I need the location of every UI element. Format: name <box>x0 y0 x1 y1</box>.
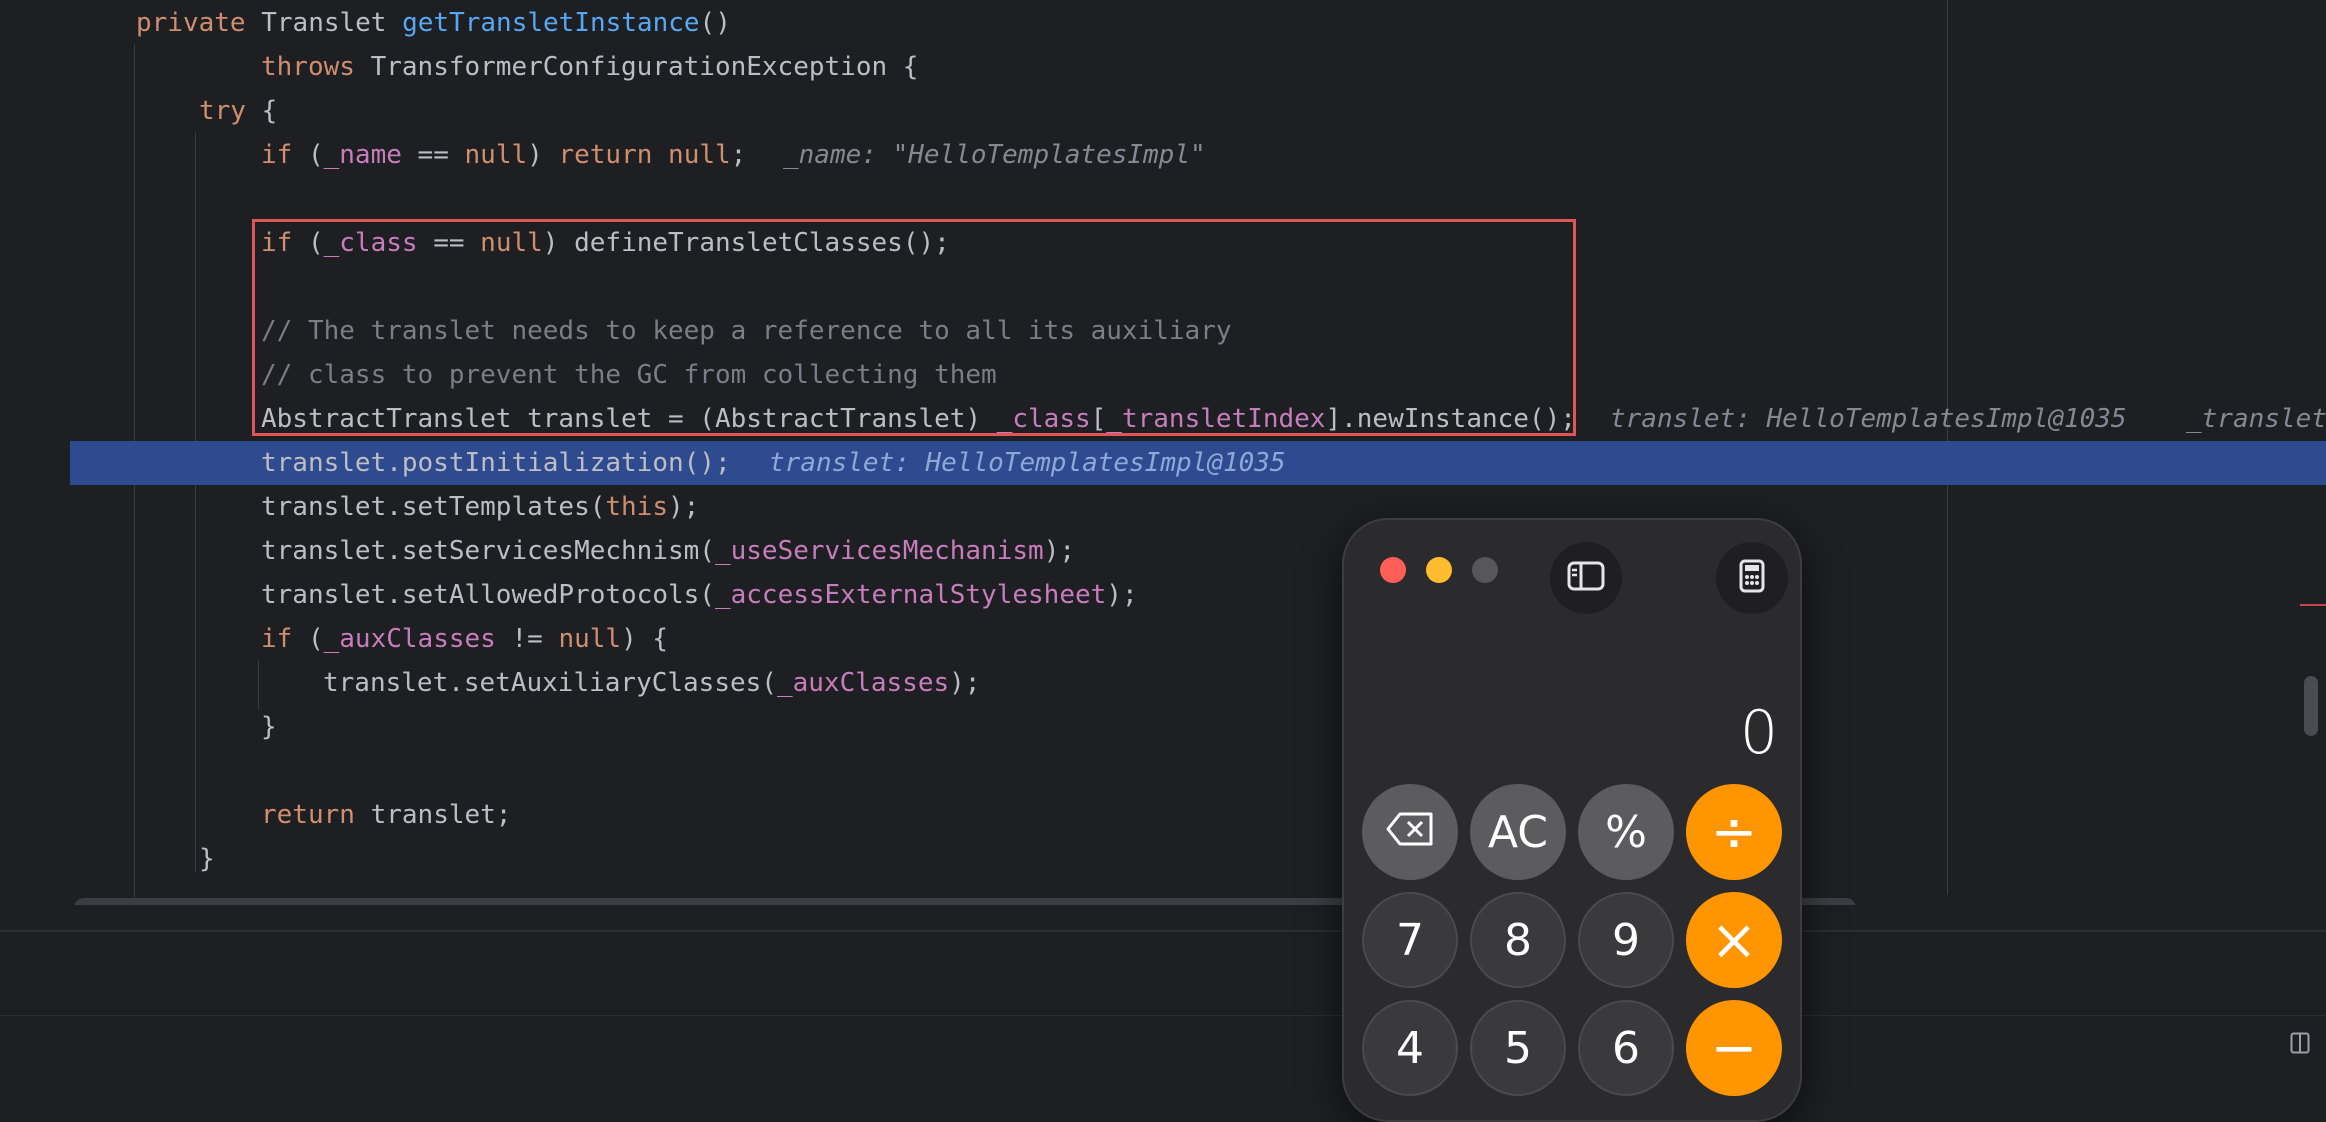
code-line[interactable]: if (_name == null) return null; _name: "… <box>0 133 2326 177</box>
keyword: null <box>464 140 528 170</box>
all-clear-button[interactable]: AC <box>1470 784 1566 880</box>
keyword: if <box>261 624 293 654</box>
field-name: _useServicesMechanism <box>714 536 1044 566</box>
digit-9-button[interactable]: 9 <box>1578 892 1674 988</box>
field-name: _accessExternalStylesheet <box>714 580 1107 610</box>
code-text: translet.setAllowedProtocols( <box>261 580 715 610</box>
code-text: translet.setServicesMechnism( <box>261 536 715 566</box>
code-text: ) <box>527 140 559 170</box>
highlight-annotation-box <box>252 219 1576 436</box>
percent-button[interactable]: % <box>1578 784 1674 880</box>
keyword: private <box>136 8 246 38</box>
code-text: translet.setTemplates( <box>261 492 606 522</box>
backspace-icon <box>1385 807 1435 858</box>
execution-point-line[interactable]: translet.postInitialization(); translet:… <box>70 441 2326 485</box>
code-text: { <box>245 96 278 126</box>
code-line[interactable]: translet.setServicesMechnism(_useService… <box>0 529 2326 573</box>
code-text: ); <box>668 492 700 522</box>
code-text: translet.setAuxiliaryClasses( <box>323 668 777 698</box>
status-bar-separator <box>0 1015 2326 1016</box>
digit-5-button[interactable]: 5 <box>1470 1000 1566 1096</box>
keyword: if <box>261 140 293 170</box>
calculator-mode-button[interactable] <box>1716 542 1788 614</box>
code-text: == <box>401 140 465 170</box>
digit-4-button[interactable]: 4 <box>1362 1000 1458 1096</box>
backspace-button[interactable] <box>1362 784 1458 880</box>
code-text: != <box>495 624 559 654</box>
code-line[interactable]: } <box>0 705 2326 749</box>
keyword: return <box>558 140 653 170</box>
vertical-scrollbar[interactable] <box>2304 676 2318 736</box>
subtract-button[interactable]: − <box>1686 1000 1782 1096</box>
sidebar-toggle-icon <box>1567 561 1605 595</box>
keyword: return <box>261 800 355 830</box>
inline-value-hint: _name: "HelloTemplatesImpl" <box>783 140 1206 170</box>
keyword: try <box>199 96 246 126</box>
layout-icon[interactable] <box>2290 1032 2310 1054</box>
code-editor[interactable]: private Translet getTransletInstance() t… <box>0 0 2326 905</box>
code-text: ( <box>292 624 324 654</box>
code-text: ; <box>730 140 747 170</box>
multiply-button[interactable]: × <box>1686 892 1782 988</box>
field-name: _auxClasses <box>776 668 950 698</box>
scrollbar-marker <box>2300 604 2326 606</box>
code-text: ); <box>1106 580 1138 610</box>
code-line[interactable]: translet.setAuxiliaryClasses(_auxClasses… <box>0 661 2326 705</box>
code-text: ); <box>1043 536 1075 566</box>
field-name: _name <box>323 140 402 170</box>
calculator-window[interactable]: 0 AC % ÷ 7 8 9 × 4 5 6 − <box>1342 518 1802 1122</box>
code-text: } <box>199 844 215 874</box>
divide-button[interactable]: ÷ <box>1686 784 1782 880</box>
code-text: ( <box>292 140 324 170</box>
digit-6-button[interactable]: 6 <box>1578 1000 1674 1096</box>
close-window-button[interactable] <box>1380 557 1406 583</box>
bottom-panel <box>0 932 2326 1058</box>
digit-8-button[interactable]: 8 <box>1470 892 1566 988</box>
keyword: null <box>668 140 731 170</box>
keyword: throws <box>261 52 355 82</box>
keyword: this <box>605 492 668 522</box>
inline-value-hint: translet: HelloTemplatesImpl@1035 <box>1610 404 2127 434</box>
code-line[interactable]: private Translet getTransletInstance() <box>0 1 2326 45</box>
code-text: translet.postInitialization(); <box>261 448 731 478</box>
keyword: null <box>558 624 622 654</box>
sidebar-toggle-button[interactable] <box>1550 542 1622 614</box>
minimize-window-button[interactable] <box>1426 557 1452 583</box>
code-text: ); <box>949 668 981 698</box>
inline-value-hint: _translet <box>2186 404 2326 434</box>
code-text: translet; <box>354 800 512 830</box>
code-line[interactable]: throws TransformerConfigurationException… <box>0 45 2326 89</box>
code-text: Translet <box>245 8 403 38</box>
code-text: TransformerConfigurationException { <box>354 52 919 82</box>
inline-value-hint: translet: HelloTemplatesImpl@1035 <box>769 448 1286 478</box>
code-line[interactable]: return translet; <box>0 793 2326 837</box>
code-text: ) { <box>621 624 669 654</box>
code-line[interactable]: translet.setTemplates(this); <box>0 485 2326 529</box>
calculator-icon <box>1739 559 1765 597</box>
code-line[interactable]: try { <box>0 89 2326 133</box>
code-line[interactable]: translet.setAllowedProtocols(_accessExte… <box>0 573 2326 617</box>
digit-7-button[interactable]: 7 <box>1362 892 1458 988</box>
code-text: () <box>699 8 731 38</box>
calculator-display: 0 <box>1739 698 1778 768</box>
method-name: getTransletInstance <box>402 8 700 38</box>
code-text: } <box>261 712 277 742</box>
code-line[interactable]: } <box>0 837 2326 881</box>
code-line[interactable]: if (_auxClasses != null) { <box>0 617 2326 661</box>
maximize-window-button[interactable] <box>1472 557 1498 583</box>
field-name: _auxClasses <box>323 624 496 654</box>
